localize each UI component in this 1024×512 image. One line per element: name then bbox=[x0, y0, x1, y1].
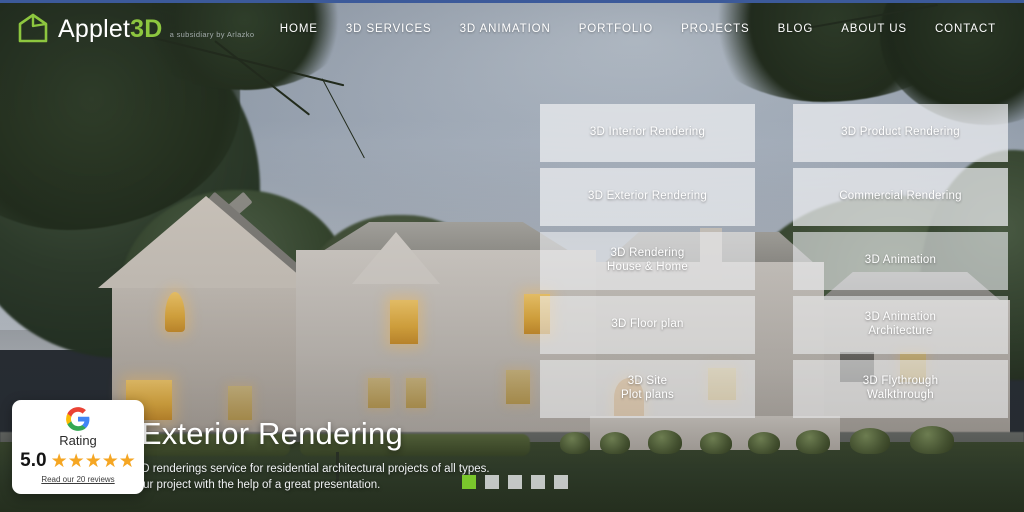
service-tile-label: 3D Site Plot plans bbox=[620, 375, 674, 401]
logo-brand-name: Applet bbox=[58, 14, 131, 43]
service-tile-row: 3D Rendering House & Home 3D Animation bbox=[540, 232, 1008, 290]
service-tile-3d-animation[interactable]: 3D Animation bbox=[793, 232, 1008, 290]
service-tile-label: 3D Animation bbox=[864, 254, 937, 267]
star-icon: ★ bbox=[118, 450, 136, 472]
slider-pagination bbox=[462, 475, 568, 489]
google-rating-row: 5.0 ★ ★ ★ ★ ★ bbox=[20, 450, 136, 472]
service-tile-label: 3D Rendering House & Home bbox=[607, 247, 688, 273]
logo-subtitle: a subsidiary by Arlazko bbox=[169, 29, 255, 39]
service-tile-3d-rendering-house-home[interactable]: 3D Rendering House & Home bbox=[540, 232, 755, 290]
nav-item-3d-services[interactable]: 3D SERVICES bbox=[332, 17, 446, 41]
house-logo-icon bbox=[16, 12, 50, 46]
google-rating-label: Rating bbox=[59, 433, 97, 448]
nav-item-home[interactable]: HOME bbox=[266, 17, 332, 41]
service-tile-grid: 3D Interior Rendering 3D Product Renderi… bbox=[540, 104, 1008, 424]
service-tile-label: Commercial Rendering bbox=[839, 190, 962, 203]
service-tile-3d-site-plot-plans[interactable]: 3D Site Plot plans bbox=[540, 360, 755, 418]
service-tile-3d-floor-plan[interactable]: 3D Floor plan bbox=[540, 296, 755, 354]
nav-item-about-us[interactable]: ABOUT US bbox=[827, 17, 921, 41]
google-reviews-link[interactable]: Read our 20 reviews bbox=[41, 475, 114, 484]
service-tile-row: 3D Site Plot plans 3D Flythrough Walkthr… bbox=[540, 360, 1008, 418]
site-logo[interactable]: Applet3D a subsidiary by Arlazko bbox=[16, 12, 254, 46]
service-tile-3d-interior-rendering[interactable]: 3D Interior Rendering bbox=[540, 104, 755, 162]
browser-top-bar bbox=[0, 0, 1024, 3]
service-tile-label: 3D Exterior Rendering bbox=[587, 190, 708, 203]
service-tile-label: 3D Product Rendering bbox=[841, 126, 960, 139]
google-star-rating: ★ ★ ★ ★ ★ bbox=[51, 452, 136, 471]
pagination-dot-3[interactable] bbox=[508, 475, 522, 489]
pagination-dot-2[interactable] bbox=[485, 475, 499, 489]
service-tile-label: 3D Flythrough Walkthrough bbox=[862, 375, 939, 401]
nav-item-blog[interactable]: BLOG bbox=[764, 17, 828, 41]
nav-item-3d-animation[interactable]: 3D ANIMATION bbox=[446, 17, 565, 41]
pagination-dot-5[interactable] bbox=[554, 475, 568, 489]
star-icon: ★ bbox=[67, 450, 85, 472]
google-logo-icon bbox=[65, 406, 91, 432]
nav-item-projects[interactable]: PROJECTS bbox=[667, 17, 764, 41]
hero-title: 3D Exterior Rendering bbox=[92, 415, 403, 451]
pagination-dot-1[interactable] bbox=[462, 475, 476, 489]
star-icon: ★ bbox=[50, 450, 68, 472]
service-tile-label: 3D Floor plan bbox=[611, 318, 684, 331]
logo-brand-accent: 3D bbox=[130, 14, 163, 43]
service-tile-label: 3D Animation Architecture bbox=[864, 311, 937, 337]
service-tile-3d-product-rendering[interactable]: 3D Product Rendering bbox=[793, 104, 1008, 162]
nav-item-contact[interactable]: CONTACT bbox=[921, 17, 1010, 41]
google-rating-score: 5.0 bbox=[20, 450, 47, 471]
service-tile-row: 3D Exterior Rendering Commercial Renderi… bbox=[540, 168, 1008, 226]
star-icon: ★ bbox=[84, 450, 102, 472]
main-navigation: HOME 3D SERVICES 3D ANIMATION PORTFOLIO … bbox=[266, 17, 1024, 41]
service-tile-3d-flythrough-walkthrough[interactable]: 3D Flythrough Walkthrough bbox=[793, 360, 1008, 418]
pagination-dot-4[interactable] bbox=[531, 475, 545, 489]
star-icon: ★ bbox=[101, 450, 119, 472]
nav-item-portfolio[interactable]: PORTFOLIO bbox=[565, 17, 667, 41]
google-rating-badge[interactable]: Rating 5.0 ★ ★ ★ ★ ★ Read our 20 reviews bbox=[12, 400, 144, 494]
service-tile-3d-exterior-rendering[interactable]: 3D Exterior Rendering bbox=[540, 168, 755, 226]
service-tile-commercial-rendering[interactable]: Commercial Rendering bbox=[793, 168, 1008, 226]
service-tile-row: 3D Floor plan 3D Animation Architecture bbox=[540, 296, 1008, 354]
service-tile-label: 3D Interior Rendering bbox=[589, 126, 706, 139]
site-header: Applet3D a subsidiary by Arlazko HOME 3D… bbox=[0, 3, 1024, 55]
service-tile-3d-animation-architecture[interactable]: 3D Animation Architecture bbox=[793, 296, 1008, 354]
service-tile-row: 3D Interior Rendering 3D Product Renderi… bbox=[540, 104, 1008, 162]
page-root: Applet3D a subsidiary by Arlazko HOME 3D… bbox=[0, 0, 1024, 512]
